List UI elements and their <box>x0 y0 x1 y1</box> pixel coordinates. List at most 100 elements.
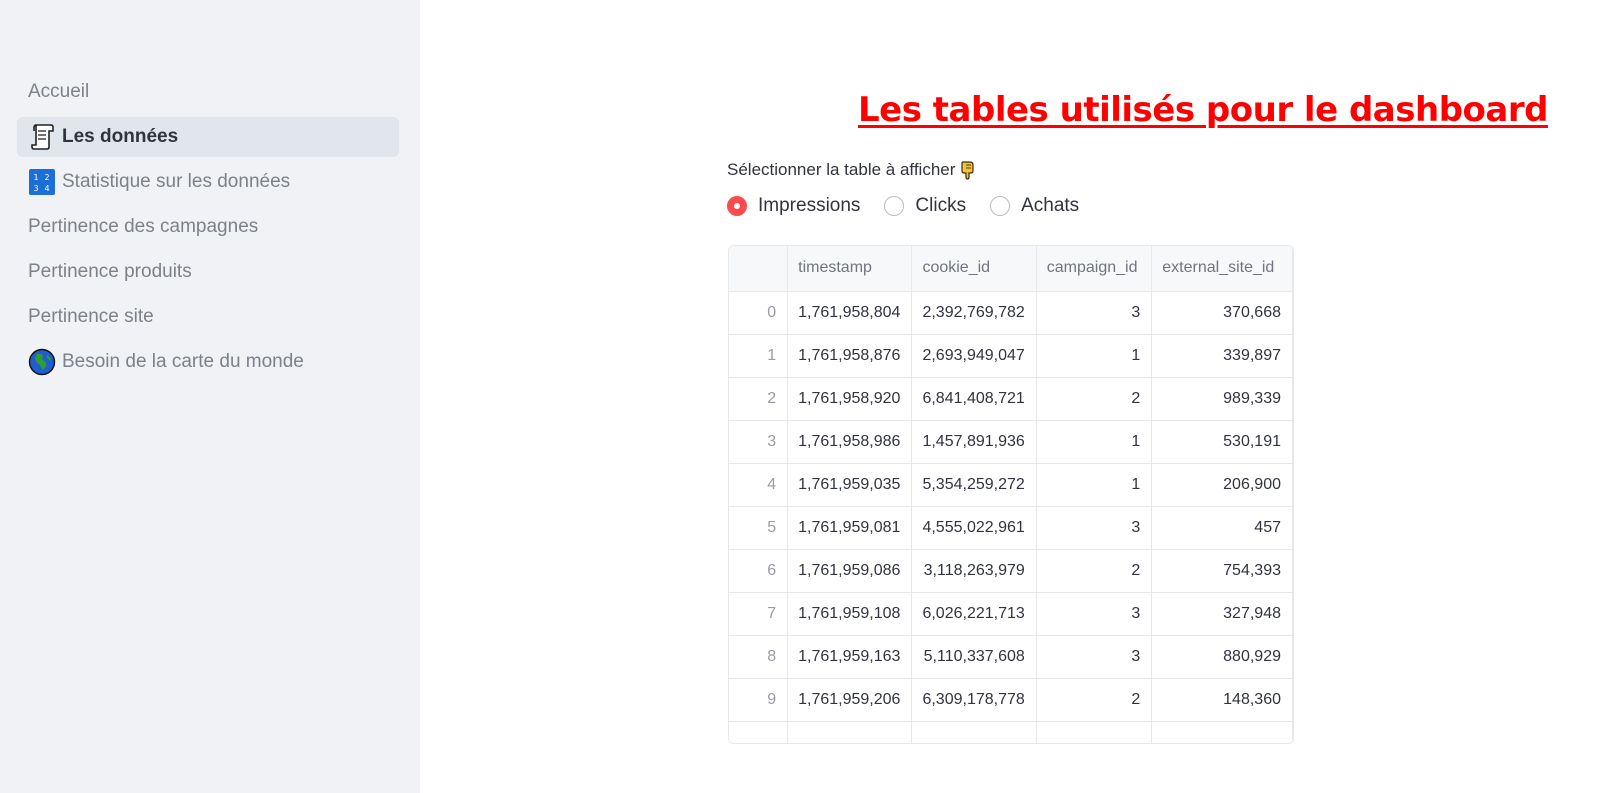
table-cell[interactable]: 5,354,259,272 <box>911 463 1037 507</box>
table-cell[interactable]: 1,761,959,086 <box>787 549 913 593</box>
table-cell[interactable]: 1,761,959,081 <box>787 506 913 550</box>
table-cell[interactable]: 1,761,959,035 <box>787 463 913 507</box>
table-cell[interactable]: 2 <box>1036 377 1153 421</box>
table-cell[interactable]: 3 <box>1036 506 1153 550</box>
table-cell[interactable]: 370,668 <box>1151 291 1293 335</box>
sidebar-item-label: Pertinence produits <box>28 261 192 282</box>
column-header-index[interactable] <box>729 246 789 292</box>
sidebar-item-label: Les données <box>62 126 179 147</box>
row-index-cell[interactable]: 0 <box>729 291 789 335</box>
table-cell[interactable]: 2 <box>1036 678 1153 722</box>
table-cell[interactable]: 5,110,337,608 <box>911 635 1037 679</box>
table-cell[interactable]: 1 <box>1036 420 1153 464</box>
sidebar-item-les-donnees[interactable]: Les données <box>17 117 399 157</box>
sidebar-item-pertinence-campagnes[interactable]: Pertinence des campagnes <box>17 207 399 247</box>
data-table[interactable]: timestamp cookie_id campaign_id external… <box>728 245 1294 744</box>
table-cell[interactable]: 530,191 <box>1151 420 1293 464</box>
table-row[interactable]: 8 1,761,959,163 5,110,337,608 3 880,929 <box>729 635 1293 679</box>
table-cell[interactable]: 2,392,769,782 <box>911 291 1037 335</box>
page-scroll-icon <box>28 123 56 151</box>
radio-option-label: Clicks <box>915 195 967 216</box>
sidebar-item-statistique[interactable]: 1 2 3 4 Statistique sur les données <box>17 162 399 202</box>
radio-button[interactable] <box>884 196 905 216</box>
table-cell[interactable]: 6,026,221,713 <box>911 592 1037 636</box>
table-cell[interactable]: 1 <box>1036 463 1153 507</box>
table-cell[interactable]: 6,841,408,721 <box>911 377 1037 421</box>
table-cell[interactable]: 1,761,959,108 <box>787 592 913 636</box>
row-index-cell[interactable]: 1 <box>729 334 789 378</box>
table-row[interactable]: 2 1,761,958,920 6,841,408,721 2 989,339 <box>729 377 1293 421</box>
table-cell[interactable]: 1,761,959,163 <box>787 635 913 679</box>
row-index-cell[interactable]: 7 <box>729 592 789 636</box>
table-cell[interactable]: 1,761,958,986 <box>787 420 913 464</box>
table-row[interactable]: 1 1,761,958,876 2,693,949,047 1 339,897 <box>729 334 1293 378</box>
radio-button-checked[interactable] <box>727 196 747 216</box>
radio-achats[interactable]: Achats <box>990 195 1079 217</box>
row-index-cell[interactable]: 9 <box>729 678 789 722</box>
table-cell[interactable]: 4,555,022,961 <box>911 506 1037 550</box>
table-cell[interactable]: 457 <box>1151 506 1293 550</box>
radio-clicks[interactable]: Clicks <box>884 195 966 217</box>
radio-impressions[interactable]: Impressions <box>727 195 860 217</box>
sidebar-item-pertinence-site[interactable]: Pertinence site <box>17 297 399 337</box>
row-index-cell[interactable]: 5 <box>729 506 789 550</box>
table-row-partial[interactable] <box>729 721 1293 743</box>
table-cell[interactable]: 3,118,263,979 <box>911 549 1037 593</box>
sidebar-item-label: Besoin de la carte du monde <box>62 351 304 372</box>
table-cell[interactable]: 3 <box>1036 592 1153 636</box>
page-title: Les tables utilisés pour le dashboard <box>858 90 1548 130</box>
table-cell[interactable]: 327,948 <box>1151 592 1293 636</box>
svg-text:3: 3 <box>33 184 38 193</box>
table-row[interactable]: 7 1,761,959,108 6,026,221,713 3 327,948 <box>729 592 1293 636</box>
column-header-external-site-id[interactable]: external_site_id <box>1151 246 1293 292</box>
table-cell[interactable] <box>1151 721 1293 743</box>
table-cell[interactable]: 2,693,949,047 <box>911 334 1037 378</box>
pointing-down-hand-icon <box>959 160 977 180</box>
table-cell[interactable]: 2 <box>1036 549 1153 593</box>
sidebar-item-pertinence-produits[interactable]: Pertinence produits <box>17 252 399 292</box>
table-cell[interactable] <box>1036 721 1153 743</box>
row-index-cell[interactable]: 2 <box>729 377 789 421</box>
column-header-timestamp[interactable]: timestamp <box>787 246 913 292</box>
radio-button[interactable] <box>990 196 1011 216</box>
table-row[interactable]: 9 1,761,959,206 6,309,178,778 2 148,360 <box>729 678 1293 722</box>
sidebar-item-label: Statistique sur les données <box>62 171 291 192</box>
sidebar-item-label: Pertinence site <box>28 306 154 327</box>
sidebar-item-accueil[interactable]: Accueil <box>17 72 399 112</box>
table-cell[interactable]: 1,761,959,206 <box>787 678 913 722</box>
sidebar-item-carte-du-monde[interactable]: Besoin de la carte du monde <box>17 342 399 382</box>
table-cell[interactable]: 1,761,958,920 <box>787 377 913 421</box>
table-row[interactable]: 5 1,761,959,081 4,555,022,961 3 457 <box>729 506 1293 550</box>
table-row[interactable]: 0 1,761,958,804 2,392,769,782 3 370,668 <box>729 291 1293 335</box>
table-cell[interactable]: 6,309,178,778 <box>911 678 1037 722</box>
table-cell[interactable] <box>911 721 1037 743</box>
table-cell[interactable] <box>729 721 789 743</box>
table-cell[interactable]: 1,457,891,936 <box>911 420 1037 464</box>
row-index-cell[interactable]: 4 <box>729 463 789 507</box>
table-cell[interactable]: 339,897 <box>1151 334 1293 378</box>
table-cell[interactable]: 754,393 <box>1151 549 1293 593</box>
table-cell[interactable]: 1,761,958,804 <box>787 291 913 335</box>
radio-option-label: Achats <box>1021 195 1080 216</box>
table-row[interactable]: 6 1,761,959,086 3,118,263,979 2 754,393 <box>729 549 1293 593</box>
table-row[interactable]: 4 1,761,959,035 5,354,259,272 1 206,900 <box>729 463 1293 507</box>
column-header-cookie-id[interactable]: cookie_id <box>911 246 1037 292</box>
table-cell[interactable]: 148,360 <box>1151 678 1293 722</box>
table-cell[interactable]: 3 <box>1036 291 1153 335</box>
radio-group-label: Sélectionner la table à afficher <box>727 160 977 180</box>
row-index-cell[interactable]: 3 <box>729 420 789 464</box>
column-header-campaign-id[interactable]: campaign_id <box>1036 246 1153 292</box>
sidebar-item-label: Pertinence des campagnes <box>28 216 259 237</box>
table-cell[interactable]: 206,900 <box>1151 463 1293 507</box>
table-row[interactable]: 3 1,761,958,986 1,457,891,936 1 530,191 <box>729 420 1293 464</box>
table-cell[interactable]: 1 <box>1036 334 1153 378</box>
table-cell[interactable]: 3 <box>1036 635 1153 679</box>
table-cell[interactable]: 989,339 <box>1151 377 1293 421</box>
table-cell[interactable]: 1,761,958,876 <box>787 334 913 378</box>
table-cell[interactable]: 880,929 <box>1151 635 1293 679</box>
numbers-1234-icon: 1 2 3 4 <box>28 168 56 196</box>
row-index-cell[interactable]: 8 <box>729 635 789 679</box>
row-index-cell[interactable]: 6 <box>729 549 789 593</box>
sidebar: Accueil Les données 1 2 3 4 Statistique … <box>0 0 420 793</box>
table-cell[interactable] <box>787 721 913 743</box>
